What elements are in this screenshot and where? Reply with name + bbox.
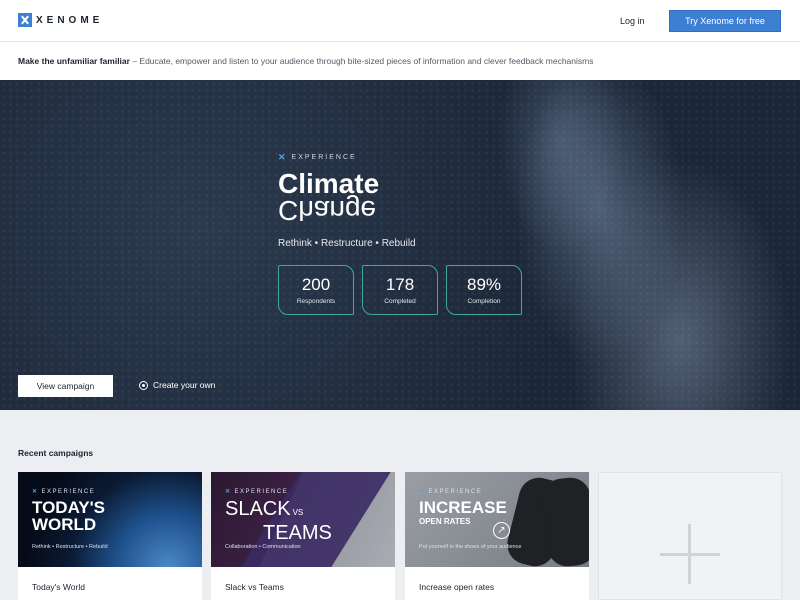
card-headline: SLACK VS TEAMS [225,499,332,543]
eyebrow-text: EXPERIENCE [428,489,483,495]
x-logo-icon: ✕ [278,152,288,162]
campaign-card-slack-vs-teams[interactable]: ✕ EXPERIENCE SLACK VS TEAMS Collaboration … [211,472,395,600]
card-title: Today's World [32,582,85,592]
hero-banner: ✕ EXPERIENCE Climate Change Rethink • Re… [0,80,800,410]
top-nav: XENOME Log in Try Xenome for free [0,0,800,42]
card-title: Increase open rates [419,582,495,592]
eyebrow-text: EXPERIENCE [291,154,357,161]
campaign-card-increase-open-rates[interactable]: ✕ EXPERIENCE INCREASE OPEN RATES ↗ Put yo… [405,472,589,600]
card-headline: TODAY'S WORLD [32,499,105,533]
headline-line1: TODAY'S [32,498,106,517]
stat-value: 200 [301,275,331,294]
stat-label: Completed [384,298,416,305]
brand-name: XENOME [36,14,104,26]
x-logo-icon: ✕ [225,489,232,495]
plus-icon [688,524,691,584]
campaign-card-todays-world[interactable]: ✕ EXPERIENCE TODAY'S WORLD Rethink • Rest… [18,472,202,600]
experience-eyebrow: ✕ EXPERIENCE [278,152,416,163]
stat-value: 89% [466,275,502,294]
card-eyebrow: ✕ EXPERIENCE [32,488,95,495]
tagline-bar: Make the unfamiliar familiar – Educate, … [0,42,800,80]
view-campaign-button[interactable]: View campaign [18,375,113,397]
create-your-own-link[interactable]: Create your own [139,380,215,390]
try-free-button[interactable]: Try Xenome for free [669,10,781,32]
stat-value: 178 [385,275,415,294]
x-logo-icon: ✕ [32,489,39,495]
hero-title-line2-mirrored: Change [278,195,377,226]
eyebrow-text: EXPERIENCE [234,489,289,495]
eyebrow-text: EXPERIENCE [41,489,96,495]
card-thumbnail: ✕ EXPERIENCE SLACK VS TEAMS Collaboration … [211,472,395,567]
stats-row: 200 Respondents 178 Completed 89% Comple… [278,265,522,315]
headline-vs: VS [292,508,304,517]
recent-campaigns-heading: Recent campaigns [18,448,94,458]
radio-circle-icon [139,380,148,390]
card-title: Slack vs Teams [225,582,284,592]
hero-content: ✕ EXPERIENCE Climate Change Rethink • Re… [278,152,416,249]
stat-completed: 178 Completed [362,265,438,315]
create-label: Create your own [153,380,216,390]
brand-logo[interactable]: XENOME [18,13,103,27]
card-subline: Collaboration • Communication [225,544,301,550]
hero-subtitle: Rethink • Restructure • Rebuild [278,238,416,249]
shoe-image [540,475,589,567]
hero-title-line1: Climate [278,168,380,199]
headline-line1: INCREASE [419,498,507,517]
xenome-logo-icon [18,13,32,27]
card-headline: INCREASE OPEN RATES [419,499,507,527]
card-eyebrow: ✕ EXPERIENCE [225,488,288,495]
stat-label: Completion [467,298,501,305]
headline-line2: WORLD [32,515,97,534]
login-link[interactable]: Log in [620,16,645,26]
headline-line2: TEAMS [263,522,332,544]
tagline-bold: Make the unfamiliar familiar [18,56,130,66]
stat-completion: 89% Completion [446,265,522,315]
add-campaign-card[interactable] [598,472,782,600]
stat-respondents: 200 Respondents [278,265,354,315]
card-thumbnail: ✕ EXPERIENCE INCREASE OPEN RATES ↗ Put yo… [405,472,589,567]
stat-label: Respondents [296,298,336,305]
headline-line1: SLACK [225,498,291,520]
card-thumbnail: ✕ EXPERIENCE TODAY'S WORLD Rethink • Rest… [18,472,202,567]
x-logo-icon: ✕ [419,489,426,495]
tagline-text: – Educate, empower and listen to your au… [129,56,594,66]
card-subline: Rethink • Restructure • Rebuild [32,544,108,550]
arrow-up-right-icon: ↗ [493,522,510,539]
card-subline: Put yourself in the shoes of your audien… [419,544,522,550]
card-eyebrow: ✕ EXPERIENCE [419,488,482,495]
